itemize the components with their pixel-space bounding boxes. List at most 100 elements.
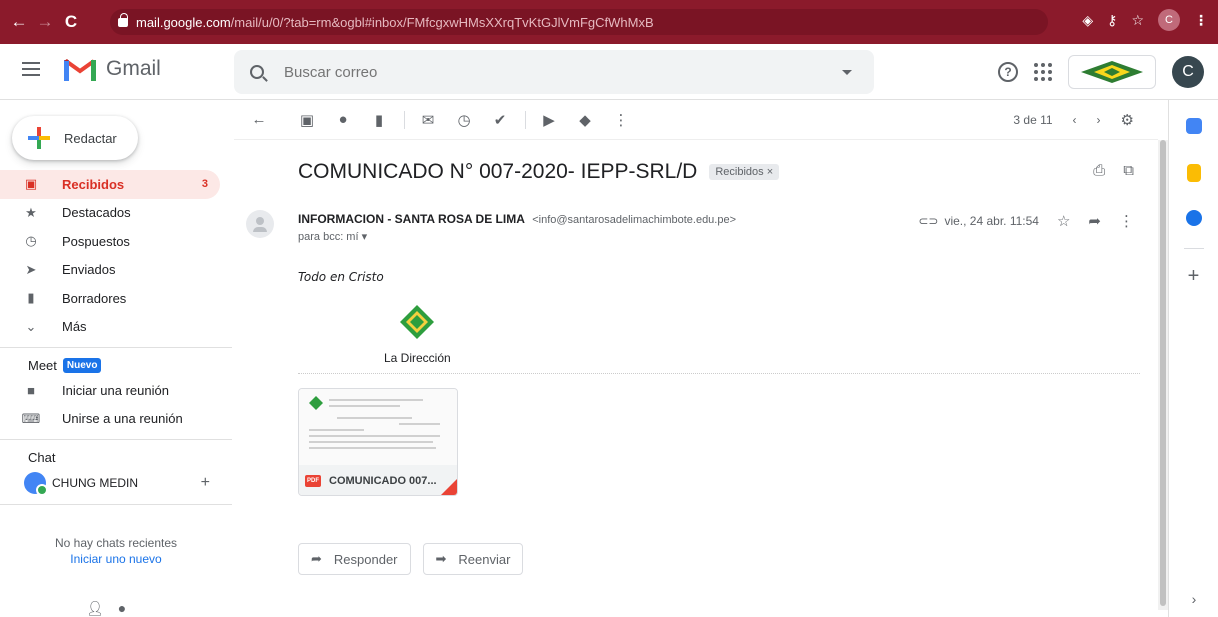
sidebar-item-sent[interactable]: ➤ Enviados <box>0 256 232 285</box>
attachment-icon: ⊂⊃ <box>918 214 939 228</box>
reply-label: Responder <box>333 551 398 567</box>
side-panel-divider <box>1183 248 1204 249</box>
reply-button[interactable]: ➦ Responder <box>298 543 411 575</box>
tasks-icon[interactable] <box>1185 210 1202 226</box>
chevron-down-icon: ⌄ <box>25 318 37 334</box>
reply-icon[interactable]: ➦ <box>1088 212 1101 230</box>
attachment-card[interactable]: PDF COMUNICADO 007... <box>298 388 458 496</box>
email-body-text: Todo en Cristo <box>298 270 384 284</box>
forward-button[interactable]: ➡ Reenviar <box>422 543 524 575</box>
sidebar-item-snoozed[interactable]: ◷ Pospuestos <box>0 227 232 256</box>
inbox-icon: ▣ <box>24 176 38 192</box>
email-scrollbar[interactable] <box>1158 140 1168 610</box>
email-view: ← ▣ ● ▮ ✉ ◷ ✔ ▶ ◆ ⋮ 3 de 11 ‹ › ⚙ COMUNI… <box>234 100 1158 617</box>
add-task-icon[interactable]: ✔ <box>489 109 511 131</box>
back-to-inbox-icon[interactable]: ← <box>248 109 270 131</box>
snooze-icon[interactable]: ◷ <box>453 109 475 131</box>
chat-user-avatar <box>24 472 48 496</box>
organization-logo[interactable] <box>1068 55 1156 89</box>
mark-unread-icon[interactable]: ✉ <box>417 109 439 131</box>
sidebar-item-label: Pospuestos <box>62 233 130 249</box>
sidebar-item-drafts[interactable]: ▮ Borradores <box>0 284 232 313</box>
divider <box>0 439 232 440</box>
divider <box>0 504 232 505</box>
label-icon[interactable]: ◆ <box>574 109 596 131</box>
recipient-details[interactable]: para bcc: mí ▾ <box>298 230 367 243</box>
start-new-chat-link[interactable]: Iniciar uno nuevo <box>0 551 232 567</box>
gmail-logo[interactable]: Gmail <box>64 57 161 81</box>
search-icon[interactable] <box>250 65 264 79</box>
reply-arrow-icon: ➦ <box>311 551 322 566</box>
send-icon: ➤ <box>25 261 37 277</box>
attachment-footer: PDF COMUNICADO 007... <box>299 465 457 495</box>
rooms-icon[interactable]: ● <box>118 600 126 617</box>
compose-button[interactable]: Redactar <box>12 116 138 160</box>
meet-title: Meet <box>28 357 57 373</box>
scrollbar-thumb[interactable] <box>1160 140 1166 606</box>
sidebar-item-more[interactable]: ⌄ Más <box>0 313 232 342</box>
no-recent-chats: No hay chats recientes Iniciar uno nuevo <box>0 535 232 567</box>
contacts-icon[interactable]: 👤︎ <box>86 600 104 617</box>
meet-section-title: Meet Nuevo <box>0 354 232 376</box>
more-options-icon[interactable]: ⋮ <box>610 109 632 131</box>
attachment-name: COMUNICADO 007... <box>329 475 437 487</box>
content-divider <box>298 373 1140 374</box>
url-path: /mail/u/0/?tab=rm&ogbl#inbox/FMfcgxwHMsX… <box>230 14 654 30</box>
main-menu-icon[interactable] <box>22 62 40 76</box>
back-icon[interactable]: ← <box>6 12 32 32</box>
move-to-icon[interactable]: ▶ <box>538 109 560 131</box>
search-input[interactable] <box>284 63 824 81</box>
keyboard-icon: ⌨ <box>21 410 41 426</box>
sender-name: INFORMACION - SANTA ROSA DE LIMA <box>298 212 525 226</box>
sender-avatar <box>246 210 274 238</box>
add-chat-icon[interactable]: + <box>201 474 210 492</box>
older-icon[interactable]: › <box>1097 113 1101 127</box>
extension-icon[interactable]: ◈ <box>1082 12 1093 29</box>
meet-start-meeting[interactable]: ■ Iniciar una reunión <box>0 376 232 405</box>
browser-profile-avatar[interactable]: C <box>1158 9 1180 31</box>
forward-arrow-icon: ➡ <box>435 551 447 566</box>
keep-icon[interactable] <box>1186 164 1201 182</box>
sidebar-item-inbox[interactable]: ▣ Recibidos 3 <box>0 170 220 199</box>
key-icon[interactable]: ⚷ <box>1107 12 1117 29</box>
clock-icon: ◷ <box>25 233 37 249</box>
meet-join-meeting[interactable]: ⌨ Unirse a una reunión <box>0 405 232 434</box>
compose-plus-icon <box>28 127 50 149</box>
report-spam-icon[interactable]: ● <box>332 109 354 131</box>
attachment-corner <box>439 479 457 495</box>
inbox-label-chip[interactable]: Recibidos × <box>709 164 780 180</box>
no-chats-text: No hay chats recientes <box>54 536 178 550</box>
url-host: mail.google.com <box>136 14 231 30</box>
star-email-icon[interactable]: ☆ <box>1057 212 1070 230</box>
email-signature: La Dirección <box>384 304 451 365</box>
expand-panel-icon[interactable]: › <box>1169 591 1218 607</box>
browser-toolbar: ← → C mail.google.com/mail/u/0/?tab=rm&o… <box>0 0 1218 44</box>
archive-icon[interactable]: ▣ <box>296 109 318 131</box>
bookmark-star-icon[interactable]: ☆ <box>1131 12 1144 29</box>
print-icon[interactable]: ⎙ <box>1093 162 1105 179</box>
calendar-icon[interactable] <box>1185 118 1202 134</box>
attachment-preview <box>299 389 457 465</box>
account-avatar[interactable]: C <box>1172 56 1204 88</box>
chat-user-item[interactable]: CHUNG MEDIN + <box>0 468 232 498</box>
school-logo-icon <box>400 305 435 339</box>
more-email-options-icon[interactable]: ⋮ <box>1119 212 1134 230</box>
help-icon[interactable]: ? <box>998 62 1018 82</box>
forward-icon[interactable]: → <box>32 12 58 32</box>
browser-menu-icon[interactable]: ⋮ <box>1194 12 1208 29</box>
search-bar[interactable] <box>234 50 874 94</box>
newer-icon[interactable]: ‹ <box>1073 113 1077 127</box>
apps-grid-icon[interactable] <box>1034 63 1052 81</box>
sidebar-item-starred[interactable]: ★ Destacados <box>0 199 232 228</box>
reload-icon[interactable]: C <box>58 12 84 32</box>
address-bar[interactable]: mail.google.com/mail/u/0/?tab=rm&ogbl#in… <box>110 9 1048 35</box>
email-subject: COMUNICADO N° 007-2020- IEPP-SRL/D <box>298 160 698 183</box>
settings-gear-icon[interactable]: ⚙ <box>1121 111 1134 129</box>
search-options-icon[interactable] <box>842 70 852 75</box>
open-new-window-icon[interactable]: ⧉ <box>1123 162 1134 179</box>
star-icon: ★ <box>25 204 37 220</box>
delete-icon[interactable]: ▮ <box>368 109 390 131</box>
add-addon-icon[interactable]: + <box>1169 265 1218 288</box>
sidebar-item-label: Destacados <box>62 205 131 221</box>
sidebar-item-label: Recibidos <box>62 176 125 192</box>
